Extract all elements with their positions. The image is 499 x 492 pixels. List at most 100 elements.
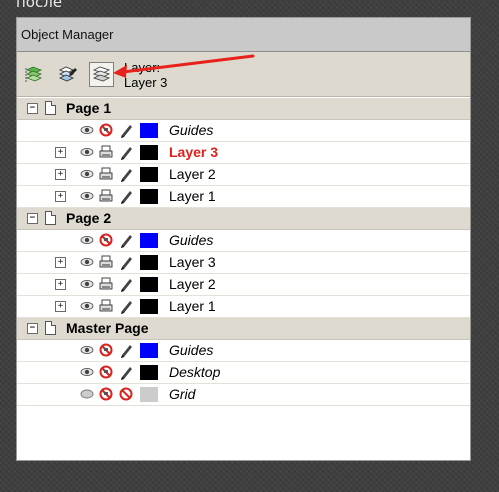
pencil-icon[interactable] [119, 144, 133, 164]
layer-color-swatch[interactable] [140, 255, 158, 270]
expand-toggle[interactable]: + [55, 169, 66, 180]
no-print-icon [99, 365, 113, 379]
eye-icon[interactable] [80, 232, 94, 251]
no-print-icon[interactable] [99, 232, 113, 251]
layer-row[interactable]: Guides [17, 340, 470, 362]
eye-icon [80, 169, 94, 179]
pencil-icon [121, 301, 132, 314]
expand-toggle[interactable]: + [55, 191, 66, 202]
pencil-icon [121, 279, 132, 292]
layer-row[interactable]: + Layer 1 [17, 186, 470, 208]
no-print-icon[interactable] [99, 342, 113, 361]
pencil-icon[interactable] [119, 276, 133, 296]
eye-icon[interactable] [80, 364, 94, 383]
layer-name[interactable]: Layer 1 [169, 188, 216, 204]
page-row[interactable]: − Page 1 [17, 98, 470, 120]
pencil-icon[interactable] [119, 364, 133, 384]
printer-icon[interactable] [99, 298, 113, 317]
layer-row[interactable]: + Layer 2 [17, 274, 470, 296]
pencil-icon[interactable] [119, 122, 133, 142]
eye-icon[interactable] [80, 298, 94, 317]
pencil-icon [121, 257, 132, 270]
pencil-icon[interactable] [119, 342, 133, 362]
printer-icon[interactable] [99, 276, 113, 295]
layer-color-swatch[interactable] [140, 233, 158, 248]
printer-icon[interactable] [99, 166, 113, 185]
object-tree: − Page 1 Guides + Layer 3 + Layer 2 + Layer 1 − Pa… [17, 98, 470, 406]
page-row[interactable]: − Page 2 [17, 208, 470, 230]
eye-icon [80, 257, 94, 267]
layer-name[interactable]: Layer 3 [169, 254, 216, 270]
no-edit-icon[interactable] [119, 386, 133, 406]
layer-name[interactable]: Layer 2 [169, 166, 216, 182]
collapse-toggle[interactable]: − [27, 103, 38, 114]
layer-name[interactable]: Grid [169, 386, 195, 402]
expand-toggle[interactable]: + [55, 147, 66, 158]
collapse-toggle[interactable]: − [27, 213, 38, 224]
visibility-icon[interactable] [80, 386, 94, 405]
layer-color-swatch[interactable] [140, 299, 158, 314]
eye-icon[interactable] [80, 188, 94, 207]
layer-color-swatch[interactable] [140, 189, 158, 204]
pencil-icon[interactable] [119, 232, 133, 252]
eye-icon [80, 367, 94, 377]
layer-name[interactable]: Desktop [169, 364, 220, 380]
eye-icon[interactable] [80, 276, 94, 295]
layer-color-swatch[interactable] [140, 343, 158, 358]
layer-row[interactable]: Guides [17, 120, 470, 142]
eye-icon[interactable] [80, 254, 94, 273]
layer-row[interactable]: + Layer 3 [17, 252, 470, 274]
pencil-icon[interactable] [119, 254, 133, 274]
layer-name[interactable]: Layer 1 [169, 298, 216, 314]
no-print-icon[interactable] [99, 364, 113, 383]
pencil-icon [121, 125, 132, 138]
page-name: Page 2 [66, 210, 112, 226]
collapse-toggle[interactable]: − [27, 323, 38, 334]
pencil-icon [121, 191, 132, 204]
layer-row[interactable]: + Layer 1 [17, 296, 470, 318]
no-edit-icon [119, 387, 133, 401]
layer-color-swatch[interactable] [140, 123, 158, 138]
layer-name[interactable]: Layer 3 [169, 144, 218, 160]
printer-icon [99, 255, 113, 268]
eye-icon[interactable] [80, 144, 94, 163]
panel-title: Object Manager [17, 18, 470, 52]
pencil-icon[interactable] [119, 298, 133, 318]
layer-color-swatch[interactable] [140, 277, 158, 292]
edit-across-layers-button[interactable] [55, 62, 80, 87]
printer-icon[interactable] [99, 188, 113, 207]
show-properties-button[interactable] [21, 62, 46, 87]
pencil-icon[interactable] [119, 166, 133, 186]
layer-row[interactable]: Grid [17, 384, 470, 406]
eye-icon [80, 279, 94, 289]
eye-icon[interactable] [80, 342, 94, 361]
expand-toggle[interactable]: + [55, 279, 66, 290]
page-row[interactable]: − Master Page [17, 318, 470, 340]
pencil-icon[interactable] [119, 188, 133, 208]
no-print-icon[interactable] [99, 386, 113, 405]
toolbar: Layer: Layer 3 [17, 52, 470, 97]
page-icon [45, 101, 56, 115]
layer-color-swatch[interactable] [140, 365, 158, 380]
layer-name[interactable]: Guides [169, 342, 213, 358]
expand-toggle[interactable]: + [55, 301, 66, 312]
object-manager-panel: Object Manager Layer: Layer 3 − Page 1 G… [16, 17, 471, 461]
layer-name[interactable]: Guides [169, 232, 213, 248]
eye-icon[interactable] [80, 122, 94, 141]
layer-name[interactable]: Guides [169, 122, 213, 138]
page-icon [45, 211, 56, 225]
layer-color-swatch[interactable] [140, 387, 158, 402]
layer-row[interactable]: + Layer 3 [17, 142, 470, 164]
layer-row[interactable]: Desktop [17, 362, 470, 384]
eye-icon[interactable] [80, 166, 94, 185]
layer-name[interactable]: Layer 2 [169, 276, 216, 292]
printer-icon[interactable] [99, 254, 113, 273]
printer-icon[interactable] [99, 144, 113, 163]
expand-toggle[interactable]: + [55, 257, 66, 268]
printer-icon [99, 189, 113, 202]
layer-row[interactable]: Guides [17, 230, 470, 252]
layer-row[interactable]: + Layer 2 [17, 164, 470, 186]
layer-color-swatch[interactable] [140, 167, 158, 182]
no-print-icon[interactable] [99, 122, 113, 141]
layer-color-swatch[interactable] [140, 145, 158, 160]
